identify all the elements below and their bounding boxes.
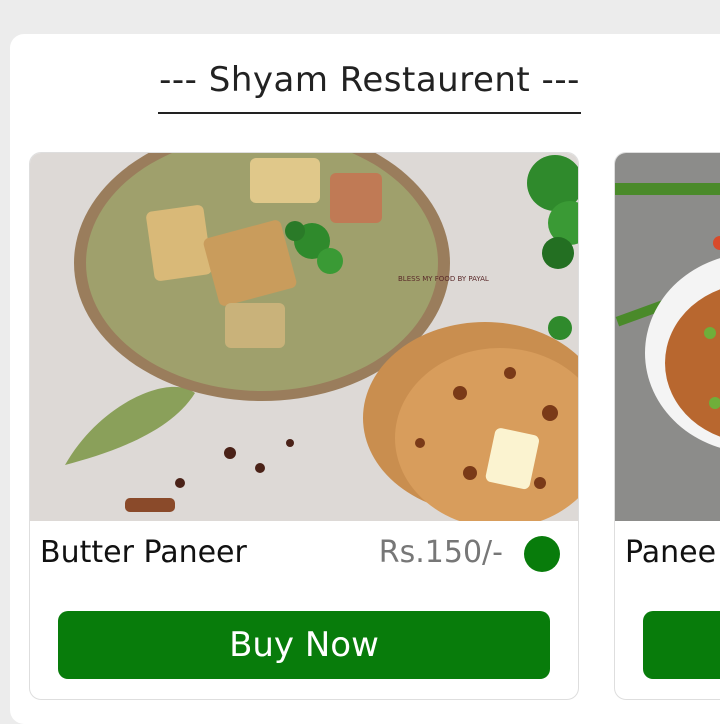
menu-item-card[interactable]: Panee — [614, 152, 720, 700]
item-price: Rs.150/- — [378, 535, 503, 570]
restaurant-title: --- Shyam Restaurent --- — [158, 58, 581, 114]
photo-watermark: BLESS MY FOOD BY PAYAL — [398, 275, 489, 283]
veg-indicator-icon — [524, 536, 560, 572]
buy-now-button[interactable] — [643, 611, 720, 679]
buy-now-button[interactable]: Buy Now — [58, 611, 550, 679]
item-name: Butter Paneer — [40, 535, 247, 570]
menu-item-card[interactable]: BLESS MY FOOD BY PAYAL Butter Paneer Rs.… — [29, 152, 579, 700]
item-name: Panee — [625, 535, 717, 570]
food-photo: BLESS MY FOOD BY PAYAL — [30, 153, 578, 521]
food-photo — [615, 153, 720, 521]
